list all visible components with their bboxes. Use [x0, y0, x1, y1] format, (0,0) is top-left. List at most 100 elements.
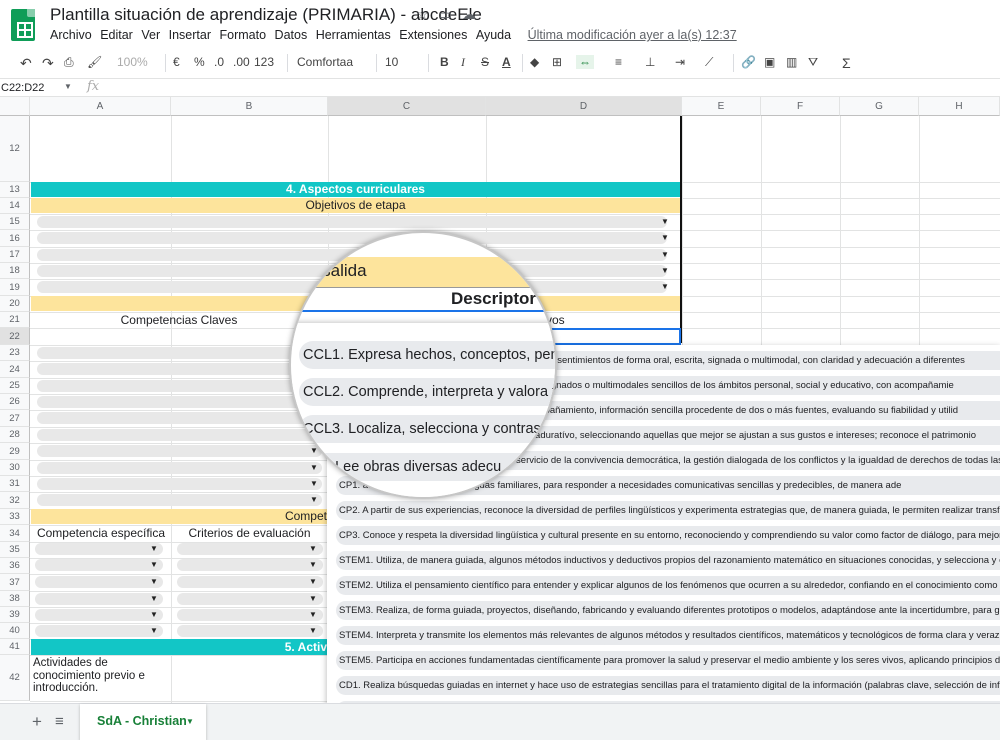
- dropdown-chip[interactable]: [37, 232, 667, 244]
- sheet-tab-active[interactable]: SdA - Christian ▼: [80, 704, 206, 740]
- corner-cell[interactable]: [0, 97, 30, 116]
- move-folder-icon[interactable]: ▭: [439, 6, 452, 23]
- mag-option-ccl2[interactable]: CCL2. Comprende, interpreta y valora te: [299, 378, 555, 406]
- row-header[interactable]: 40: [0, 623, 30, 639]
- competencia-especifica-label[interactable]: Competencia específica: [31, 525, 171, 541]
- vertical-align-icon[interactable]: ⊥: [645, 55, 655, 69]
- dropdown-arrow-icon[interactable]: ▼: [661, 282, 669, 291]
- dropdown-chip[interactable]: [37, 478, 322, 490]
- row-header[interactable]: 29: [0, 443, 30, 460]
- strikethrough-button[interactable]: S: [481, 55, 489, 69]
- row-header[interactable]: 18: [0, 263, 30, 279]
- dropdown-option[interactable]: STEM5. Participa en acciones fundamentad…: [336, 651, 1000, 670]
- dropdown-chip[interactable]: [35, 625, 163, 637]
- dropdown-chip[interactable]: [37, 363, 322, 375]
- row-header[interactable]: 41: [0, 639, 30, 655]
- dropdown-arrow-icon[interactable]: ▼: [150, 610, 158, 619]
- row-header[interactable]: 30: [0, 460, 30, 476]
- font-select[interactable]: Comfortaa: [297, 55, 353, 69]
- aspectos-curriculares-header[interactable]: 4. Aspectos curriculares: [31, 182, 680, 197]
- dropdown-arrow-icon[interactable]: ▼: [661, 233, 669, 242]
- row-header[interactable]: 19: [0, 279, 30, 296]
- sheets-logo-icon[interactable]: [11, 9, 35, 41]
- link-icon[interactable]: 🔗: [741, 55, 756, 69]
- row-header[interactable]: 39: [0, 607, 30, 623]
- menu-herramientas[interactable]: Herramientas: [316, 28, 391, 42]
- column-header-g[interactable]: G: [840, 97, 919, 116]
- row-header[interactable]: 15: [0, 214, 30, 230]
- row-header[interactable]: 22: [0, 328, 30, 345]
- row-header[interactable]: 38: [0, 591, 30, 607]
- row-header[interactable]: 21: [0, 312, 30, 328]
- actividades-cell[interactable]: Actividades de conocimiento previo e int…: [33, 657, 169, 695]
- row-header[interactable]: 36: [0, 558, 30, 574]
- dropdown-option[interactable]: CP2. A partir de sus experiencias, recon…: [336, 501, 1000, 520]
- chart-icon[interactable]: ▥: [786, 55, 797, 69]
- more-formats-button[interactable]: 123: [254, 55, 274, 69]
- name-box[interactable]: C22:D22: [1, 82, 44, 94]
- dropdown-chip[interactable]: [177, 543, 323, 555]
- dropdown-arrow-icon[interactable]: ▼: [150, 560, 158, 569]
- row-header[interactable]: 42: [0, 655, 30, 701]
- row-header[interactable]: 27: [0, 410, 30, 427]
- font-size-select[interactable]: 10: [385, 55, 398, 69]
- dropdown-arrow-icon[interactable]: ▼: [309, 560, 317, 569]
- row-header[interactable]: 34: [0, 525, 30, 542]
- dropdown-chip[interactable]: [35, 593, 163, 605]
- dropdown-chip[interactable]: [37, 494, 322, 506]
- merge-cells-icon[interactable]: ⇔: [576, 55, 594, 69]
- functions-button[interactable]: Σ: [842, 55, 851, 71]
- add-sheet-icon[interactable]: +: [32, 712, 42, 732]
- column-header-b[interactable]: B: [171, 97, 328, 116]
- column-header-f[interactable]: F: [761, 97, 840, 116]
- column-header-e[interactable]: E: [682, 97, 761, 116]
- increase-decimals-button[interactable]: .00: [233, 55, 250, 69]
- menu-ver[interactable]: Ver: [141, 28, 160, 42]
- column-header-c[interactable]: C: [328, 97, 486, 116]
- row-header[interactable]: 26: [0, 394, 30, 410]
- filter-icon[interactable]: ⛛: [808, 55, 818, 70]
- dropdown-chip[interactable]: [37, 462, 322, 474]
- star-icon[interactable]: ☆: [416, 6, 429, 23]
- wrap-text-icon[interactable]: ⇥: [675, 55, 685, 69]
- dropdown-chip[interactable]: [37, 380, 322, 392]
- zoom-select[interactable]: 100%: [117, 55, 148, 69]
- menu-editar[interactable]: Editar: [100, 28, 133, 42]
- dropdown-chip[interactable]: [37, 347, 322, 359]
- dropdown-option[interactable]: CD1. Realiza búsquedas guiadas en intern…: [336, 676, 1000, 695]
- name-box-arrow-icon[interactable]: ▼: [64, 82, 72, 91]
- row-header[interactable]: 12: [0, 116, 30, 182]
- mag-option-ccl3[interactable]: CCL3. Localiza, selecciona y contrast: [299, 415, 555, 443]
- dropdown-arrow-icon[interactable]: ▼: [661, 250, 669, 259]
- dropdown-chip[interactable]: [177, 593, 323, 605]
- menu-archivo[interactable]: Archivo: [50, 28, 92, 42]
- actividades-header[interactable]: 5. Activ: [31, 639, 327, 655]
- dropdown-arrow-icon[interactable]: ▼: [309, 577, 317, 586]
- all-sheets-icon[interactable]: ≡: [55, 713, 64, 730]
- dropdown-arrow-icon[interactable]: ▼: [150, 544, 158, 553]
- column-header-a[interactable]: A: [30, 97, 171, 116]
- row-header[interactable]: 17: [0, 247, 30, 263]
- menu-datos[interactable]: Datos: [275, 28, 308, 42]
- bold-button[interactable]: B: [440, 55, 449, 69]
- undo-icon[interactable]: ↶: [20, 55, 32, 72]
- dropdown-arrow-icon[interactable]: ▼: [309, 544, 317, 553]
- text-rotation-icon[interactable]: ⟋: [705, 55, 713, 70]
- dropdown-chip[interactable]: [37, 412, 322, 424]
- align-left-icon[interactable]: ≡: [615, 55, 622, 69]
- menu-formato[interactable]: Formato: [220, 28, 267, 42]
- dropdown-chip[interactable]: [35, 609, 163, 621]
- row-header[interactable]: 35: [0, 542, 30, 558]
- row-header[interactable]: 20: [0, 296, 30, 312]
- row-header[interactable]: 16: [0, 230, 30, 247]
- sheet-tab-label[interactable]: SdA - Christian: [97, 714, 187, 728]
- dropdown-chip[interactable]: [35, 559, 163, 571]
- competencias-claves-label[interactable]: Competencias Claves: [31, 312, 327, 328]
- mag-option-ccl4[interactable]: 4. Lee obras diversas adecu: [299, 453, 555, 481]
- column-header-d[interactable]: D: [486, 97, 682, 116]
- dropdown-arrow-icon[interactable]: ▼: [150, 626, 158, 635]
- row-header[interactable]: 13: [0, 182, 30, 198]
- menu-insertar[interactable]: Insertar: [169, 28, 211, 42]
- currency-button[interactable]: €: [173, 55, 180, 69]
- dropdown-arrow-icon[interactable]: ▼: [309, 626, 317, 635]
